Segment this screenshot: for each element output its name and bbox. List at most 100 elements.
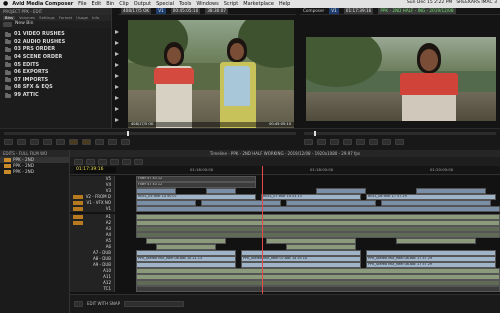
record-timecode[interactable]: 01:17:39:16 xyxy=(343,7,374,15)
menu-edit[interactable]: Edit xyxy=(92,1,102,7)
audio-waveform-button[interactable] xyxy=(122,158,131,165)
timeline-clip[interactable] xyxy=(416,188,486,194)
play-button[interactable] xyxy=(43,139,52,145)
play-arrow-icon[interactable] xyxy=(115,118,119,122)
track-header[interactable]: A10 xyxy=(70,268,115,274)
play-button[interactable] xyxy=(343,139,352,145)
timeline-clip[interactable]: REEL_08 thor 17 57 29 xyxy=(366,194,496,200)
track-header[interactable]: A7 - DUB xyxy=(70,250,115,256)
track-header[interactable]: A5 xyxy=(70,238,115,244)
user-name[interactable]: SREEKARS IMAC 3 xyxy=(456,0,497,6)
timeline-clip[interactable]: REEL_07 thor 14 53 13 xyxy=(261,194,361,200)
timeline-clip[interactable] xyxy=(136,188,176,194)
source-monitor-frame[interactable]: 408/17/5 OK 00:45:05:10 xyxy=(128,20,294,128)
menu-special[interactable]: Special xyxy=(156,1,174,7)
menu-script[interactable]: Script xyxy=(224,1,239,7)
play-arrow-icon[interactable] xyxy=(115,30,119,34)
new-bin-button[interactable] xyxy=(3,22,12,27)
add-edit-button[interactable] xyxy=(395,139,404,145)
track-header[interactable]: V1 - VFX NO xyxy=(70,200,115,206)
timeline-clip[interactable] xyxy=(201,200,281,206)
timeline-clip[interactable] xyxy=(366,250,496,256)
source-timecode[interactable]: 00:45:05:10 xyxy=(170,7,201,15)
record-scrub-bar[interactable] xyxy=(304,131,496,136)
timeline-clip[interactable]: PPK_Stereo MIX_Reel 07.aac 14 55 10 xyxy=(241,256,361,262)
match-frame-button[interactable] xyxy=(121,139,130,145)
go-to-out-button[interactable] xyxy=(382,139,391,145)
menu-app-name[interactable]: Avid Media Composer xyxy=(12,1,73,7)
timeline-clip[interactable] xyxy=(381,200,491,206)
play-arrow-icon[interactable] xyxy=(115,96,119,100)
menu-clip[interactable]: Clip xyxy=(119,1,128,7)
track-patch[interactable] xyxy=(73,201,83,205)
play-arrow-icon[interactable] xyxy=(115,41,119,45)
smart-tool-button[interactable] xyxy=(110,158,119,165)
timeline-clip[interactable] xyxy=(396,238,476,244)
menu-marketplace[interactable]: Marketplace xyxy=(243,1,274,7)
mark-out-button[interactable] xyxy=(17,139,26,145)
timeline-clip[interactable] xyxy=(136,206,500,212)
timeline-clip[interactable] xyxy=(146,238,226,244)
timeline-clip[interactable] xyxy=(136,274,500,280)
source-clip-name[interactable]: 408/17/5 OK xyxy=(121,7,152,15)
track-patch[interactable] xyxy=(73,195,83,199)
bin-imports[interactable]: 07 IMPORTS xyxy=(0,77,111,85)
source-track[interactable]: V1 xyxy=(156,7,166,15)
track-header[interactable]: V2 - FROM D xyxy=(70,194,115,200)
record-track[interactable]: V1 xyxy=(329,7,339,15)
bin-attic[interactable]: 99 ATTIC xyxy=(0,92,111,100)
edit-mode-label[interactable]: EDIT WITH SNAP xyxy=(87,302,120,306)
extract-button[interactable] xyxy=(108,139,117,145)
tab-volumes[interactable]: Volumes xyxy=(19,16,35,20)
step-back-button[interactable] xyxy=(30,139,39,145)
timeline-clip[interactable] xyxy=(136,262,236,268)
timeline-clip[interactable] xyxy=(241,250,361,256)
timeline-clip[interactable]: Filler 47 43 12 xyxy=(136,182,256,188)
track-header[interactable]: A4 xyxy=(70,232,115,238)
track-header[interactable]: A1 xyxy=(70,214,115,220)
track-header[interactable]: A9 - DUB xyxy=(70,262,115,268)
mark-in-button[interactable] xyxy=(304,139,313,145)
track-header[interactable]: V5 xyxy=(70,176,115,182)
track-header[interactable]: TC1 xyxy=(70,286,115,292)
apple-menu-icon[interactable]: ● xyxy=(3,1,8,7)
timeline-clip[interactable]: PPK_Stereo MIX_Reel 08.aac 17 57 29 xyxy=(366,262,496,268)
tab-usage[interactable]: Usage xyxy=(76,16,88,20)
mark-out-button[interactable] xyxy=(317,139,326,145)
timeline-clip[interactable] xyxy=(136,250,236,256)
play-arrow-icon[interactable] xyxy=(115,63,119,67)
timeline-ruler[interactable]: 01:17:39:16 01:16:00:00 01:18:00:00 01:2… xyxy=(70,166,500,175)
track-header[interactable]: A11 xyxy=(70,274,115,280)
zoom-button[interactable] xyxy=(134,158,143,165)
menu-tools[interactable]: Tools xyxy=(179,1,191,7)
sequence-item[interactable]: PPK - 2ND xyxy=(0,169,69,175)
track-header[interactable]: V1 xyxy=(70,206,115,212)
track-patch[interactable] xyxy=(73,221,83,225)
bin-video-rushes[interactable]: 01 VIDEO RUSHES xyxy=(0,31,111,39)
source-scrub-bar[interactable] xyxy=(4,131,296,136)
track-header[interactable]: A2 xyxy=(70,220,115,226)
play-arrow-icon[interactable] xyxy=(115,85,119,89)
play-arrow-icon[interactable] xyxy=(115,107,119,111)
tab-bins[interactable]: Bins xyxy=(3,16,16,20)
menu-help[interactable]: Help xyxy=(279,1,290,7)
mark-in-button[interactable] xyxy=(4,139,13,145)
menu-bin[interactable]: Bin xyxy=(106,1,114,7)
timeline-clip[interactable]: PPK_Stereo MIX_Reel 06.aac 10 21 13 xyxy=(136,256,236,262)
timeline-clip[interactable] xyxy=(136,214,500,220)
timeline-clip[interactable] xyxy=(206,188,236,194)
track-patch[interactable] xyxy=(73,207,83,211)
timeline-clip[interactable] xyxy=(136,220,500,226)
timeline-timecode[interactable]: 01:17:39:16 xyxy=(74,167,116,173)
play-arrow-icon[interactable] xyxy=(115,74,119,78)
timeline-clip[interactable] xyxy=(156,244,216,250)
timeline-clip[interactable] xyxy=(316,188,366,194)
track-header[interactable]: A3 xyxy=(70,226,115,232)
timeline-clip[interactable] xyxy=(286,200,376,206)
position-indicator[interactable] xyxy=(313,131,316,136)
segment-mode-button[interactable] xyxy=(74,158,83,165)
source-duration[interactable]: 38:30:07 xyxy=(205,7,229,15)
lift-button[interactable] xyxy=(95,139,104,145)
trim-mode-button[interactable] xyxy=(98,158,107,165)
timeline-clip[interactable] xyxy=(266,238,356,244)
